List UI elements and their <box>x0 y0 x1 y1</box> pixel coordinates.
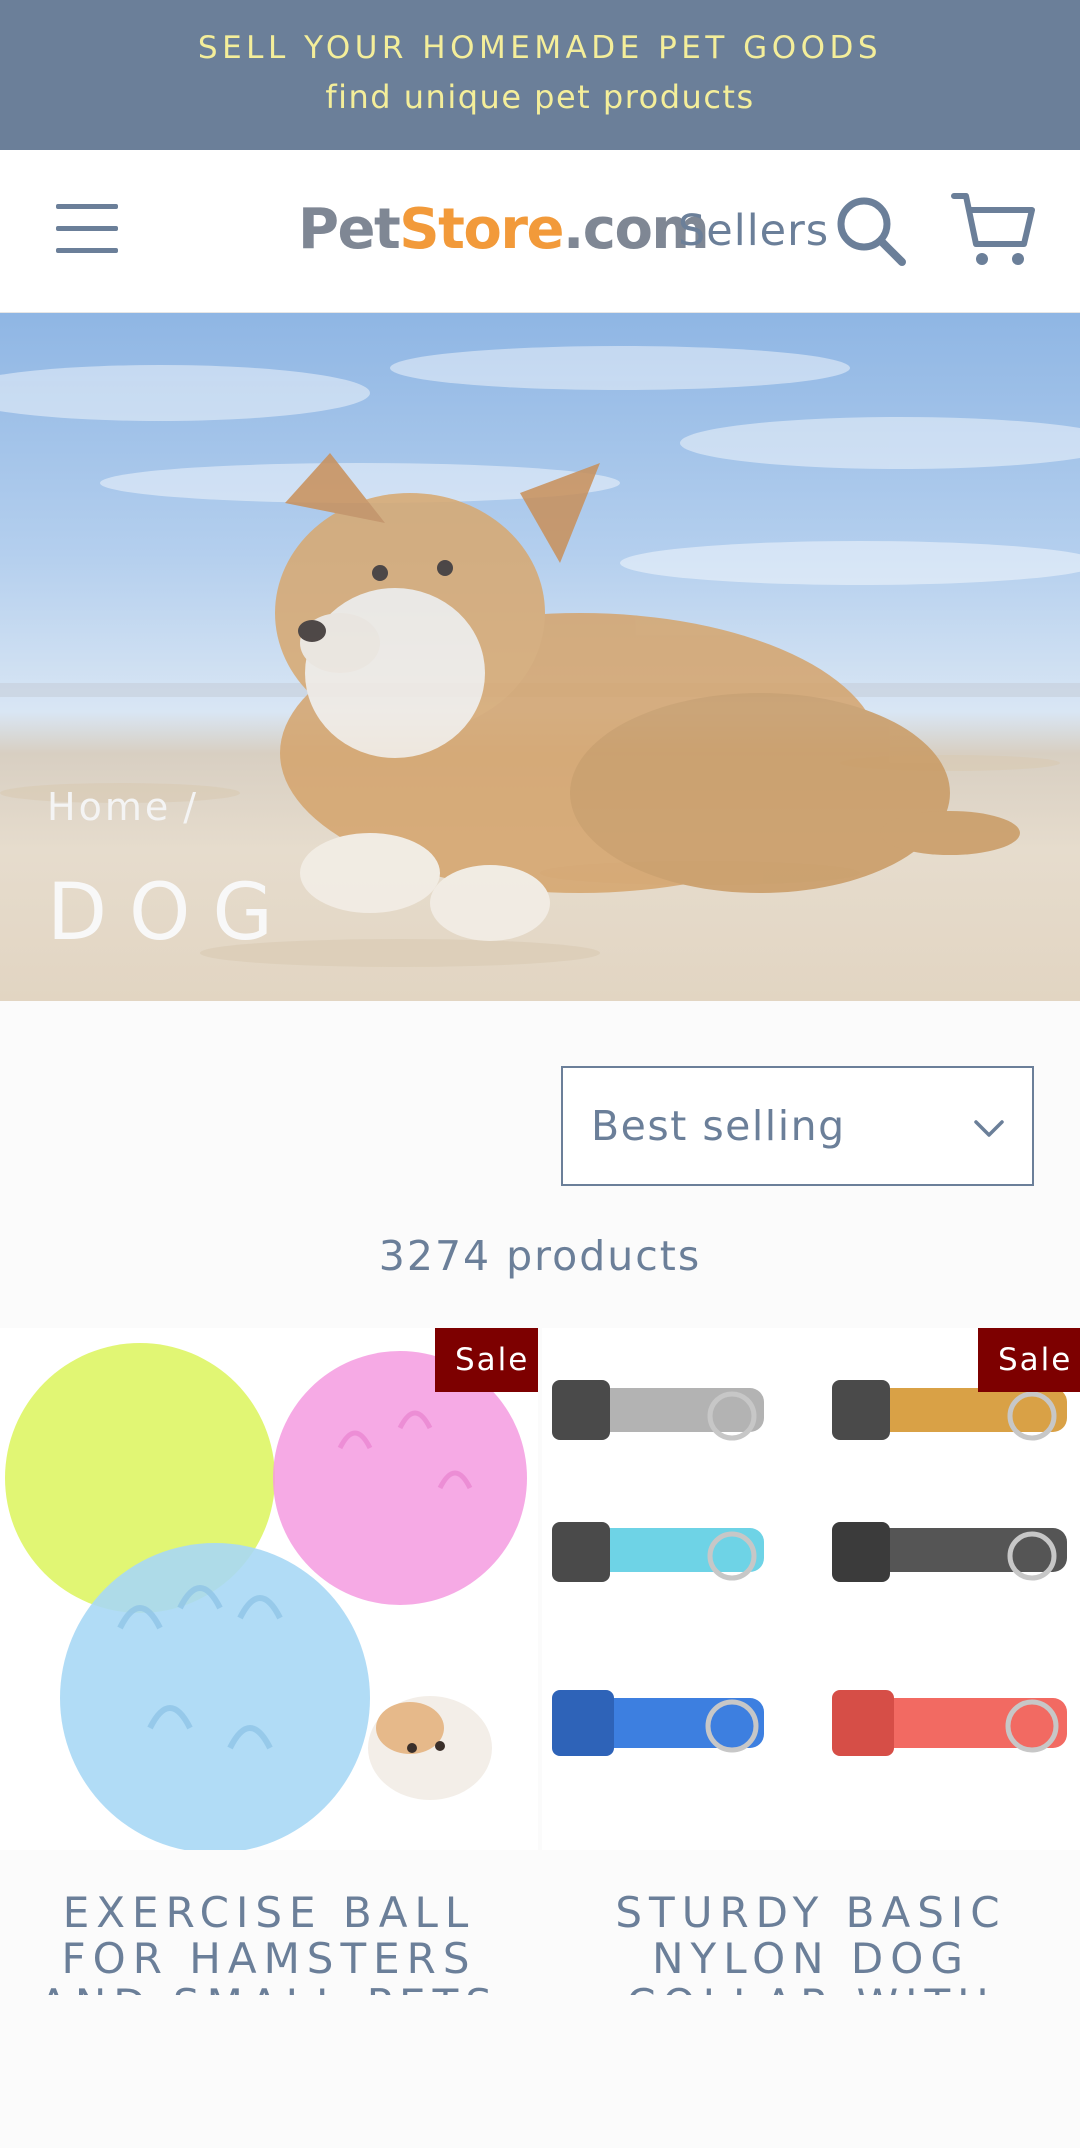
logo-pet: Pet <box>298 197 401 262</box>
chevron-down-icon <box>974 1120 1004 1137</box>
product-title[interactable]: STURDY BASIC NYLON DOG COLLAR WITH <box>542 1890 1080 1996</box>
logo-store: Store <box>399 197 564 262</box>
product-card[interactable]: Sale EXERCISE BALL FOR HAMSTERS AND SMAL… <box>0 1328 538 1995</box>
site-header: PetStore.com Sellers <box>0 150 1080 313</box>
announcement-line-1: SELL YOUR HOMEMADE PET GOODS <box>197 30 883 66</box>
cart-icon[interactable] <box>950 190 1036 270</box>
search-icon[interactable] <box>832 192 908 268</box>
sort-selected-value: Best selling <box>591 1102 846 1150</box>
sale-badge: Sale <box>978 1328 1080 1392</box>
product-image[interactable] <box>0 1328 538 1850</box>
sale-badge: Sale <box>435 1328 538 1392</box>
menu-icon[interactable] <box>52 202 122 256</box>
product-card[interactable]: Sale STURDY BASIC NYLON DOG COLLAR WITH <box>542 1328 1080 1995</box>
page-bottom-area <box>0 1995 1080 2148</box>
sort-select[interactable]: Best selling <box>561 1066 1034 1186</box>
collection-title: DOG <box>47 868 295 958</box>
announcement-line-2: find unique pet products <box>325 78 755 116</box>
collection-hero: Home / DOG <box>0 313 1080 1001</box>
breadcrumb-separator: / <box>183 785 200 829</box>
product-title[interactable]: EXERCISE BALL FOR HAMSTERS AND SMALL PET… <box>0 1890 538 1996</box>
sellers-link[interactable]: Sellers <box>678 206 829 256</box>
site-logo[interactable]: PetStore.com <box>298 197 710 262</box>
product-image[interactable] <box>542 1328 1080 1850</box>
breadcrumb: Home / <box>47 785 199 829</box>
announcement-bar[interactable]: SELL YOUR HOMEMADE PET GOODS find unique… <box>0 0 1080 150</box>
breadcrumb-home-link[interactable]: Home <box>47 785 171 829</box>
product-count: 3274 products <box>378 1232 702 1280</box>
